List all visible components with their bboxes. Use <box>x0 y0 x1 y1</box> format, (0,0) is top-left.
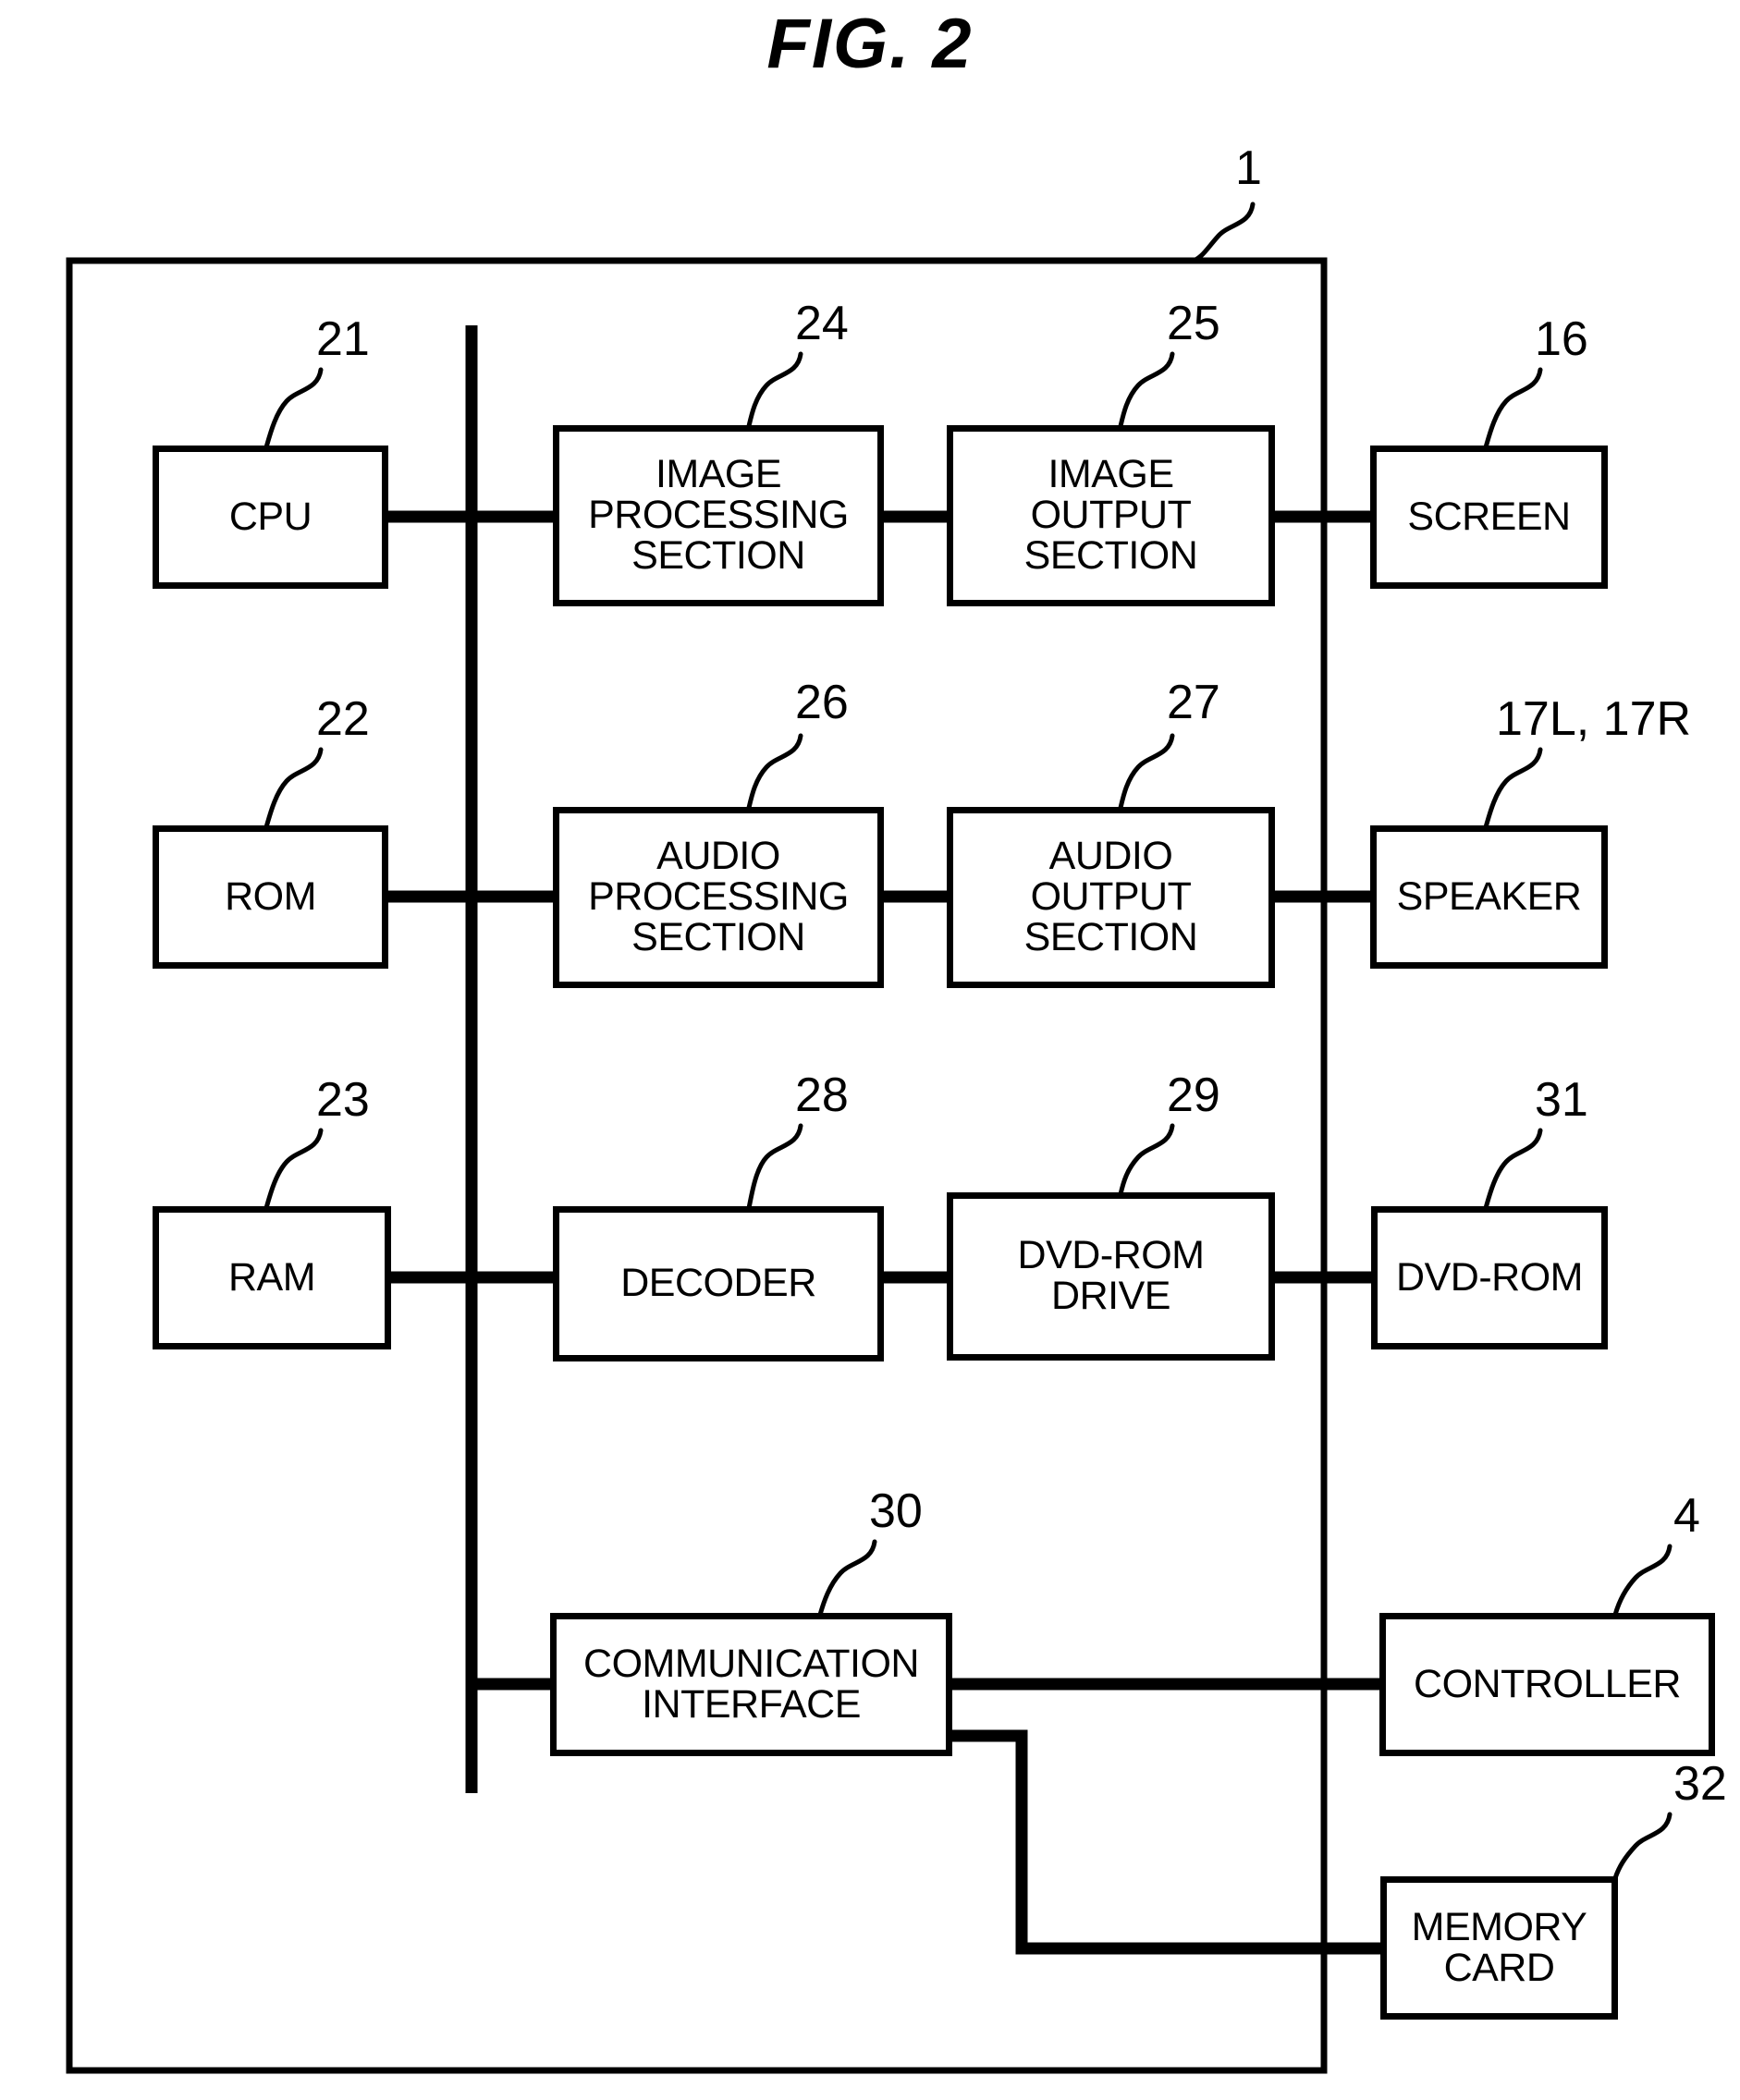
leader-line-image-processing <box>746 351 803 429</box>
leader-line-speaker <box>1483 747 1543 830</box>
block-audio-output-section-label: AUDIO OUTPUT SECTION <box>1023 834 1198 959</box>
block-dvd-rom[interactable]: DVD-ROM <box>1371 1206 1608 1349</box>
ref-numeral-audio-processing-section: 26 <box>795 676 849 729</box>
block-communication-interface[interactable]: COMMUNICATION INTERFACE <box>550 1613 952 1756</box>
block-memory-card[interactable]: MEMORY CARD <box>1380 1876 1618 2020</box>
block-dvd-rom-drive-label: DVD-ROM DRIVE <box>1017 1233 1205 1318</box>
ref-numeral-cpu: 21 <box>316 312 370 366</box>
block-ram[interactable]: RAM <box>153 1206 391 1349</box>
ref-numeral-communication-interface: 30 <box>869 1484 923 1538</box>
block-screen-label: SCREEN <box>1407 494 1571 539</box>
ref-numeral-image-processing-section: 24 <box>795 297 849 350</box>
ref-numeral-ram: 23 <box>316 1073 370 1127</box>
leader-line-image-output <box>1118 351 1175 429</box>
block-speaker-label: SPEAKER <box>1396 873 1582 919</box>
ref-numeral-image-output-section: 25 <box>1167 297 1220 350</box>
leader-line-ram <box>263 1128 324 1211</box>
block-image-processing-section-label: IMAGE PROCESSING SECTION <box>588 452 849 578</box>
leader-line-dvd-rom <box>1483 1128 1543 1211</box>
block-cpu-label: CPU <box>228 494 312 539</box>
ref-numeral-system: 1 <box>1235 141 1262 195</box>
leader-line-audio-processing <box>746 733 803 811</box>
ref-numeral-screen: 16 <box>1535 312 1588 366</box>
leader-line-decoder <box>746 1123 803 1211</box>
block-dvd-rom-drive[interactable]: DVD-ROM DRIVE <box>947 1192 1275 1361</box>
block-controller[interactable]: CONTROLLER <box>1379 1613 1715 1756</box>
block-memory-card-label: MEMORY CARD <box>1411 1904 1587 1990</box>
block-screen[interactable]: SCREEN <box>1370 446 1608 589</box>
leader-line-memory-card <box>1612 1812 1673 1881</box>
block-image-processing-section[interactable]: IMAGE PROCESSING SECTION <box>553 425 884 606</box>
leader-line-cpu <box>263 367 324 450</box>
block-ram-label: RAM <box>227 1254 316 1300</box>
connector-communication-interface-to-memory-card <box>950 1729 1383 1955</box>
leader-line-dvd-rom-drive <box>1118 1123 1175 1197</box>
ref-numeral-decoder: 28 <box>795 1068 849 1122</box>
block-communication-interface-label: COMMUNICATION INTERFACE <box>583 1641 919 1727</box>
block-image-output-section-label: IMAGE OUTPUT SECTION <box>1023 452 1198 578</box>
leader-line-rom <box>263 747 324 830</box>
block-speaker[interactable]: SPEAKER <box>1370 825 1608 969</box>
block-rom[interactable]: ROM <box>153 825 388 969</box>
ref-numeral-dvd-rom: 31 <box>1535 1073 1588 1127</box>
ref-numeral-dvd-rom-drive: 29 <box>1167 1068 1220 1122</box>
block-image-output-section[interactable]: IMAGE OUTPUT SECTION <box>947 425 1275 606</box>
block-cpu[interactable]: CPU <box>153 446 388 589</box>
block-audio-processing-section-label: AUDIO PROCESSING SECTION <box>588 834 849 959</box>
ref-numeral-audio-output-section: 27 <box>1167 676 1220 729</box>
block-dvd-rom-label: DVD-ROM <box>1396 1254 1583 1300</box>
leader-line-communication-interface <box>817 1539 877 1618</box>
leader-line-screen <box>1483 367 1543 450</box>
leader-line-audio-output <box>1118 733 1175 811</box>
diagram-lines-layer <box>66 201 1673 2074</box>
ref-numeral-memory-card: 32 <box>1673 1757 1727 1811</box>
ref-numeral-rom: 22 <box>316 692 370 746</box>
ref-numeral-speaker: 17L, 17R <box>1496 692 1692 746</box>
block-rom-label: ROM <box>225 873 316 919</box>
block-controller-label: CONTROLLER <box>1414 1661 1681 1706</box>
block-decoder[interactable]: DECODER <box>553 1206 884 1361</box>
block-decoder-label: DECODER <box>620 1261 816 1306</box>
leader-line-system <box>1188 201 1256 264</box>
block-audio-processing-section[interactable]: AUDIO PROCESSING SECTION <box>553 807 884 988</box>
block-audio-output-section[interactable]: AUDIO OUTPUT SECTION <box>947 807 1275 988</box>
ref-numeral-controller: 4 <box>1673 1489 1700 1543</box>
leader-line-controller <box>1612 1544 1673 1618</box>
